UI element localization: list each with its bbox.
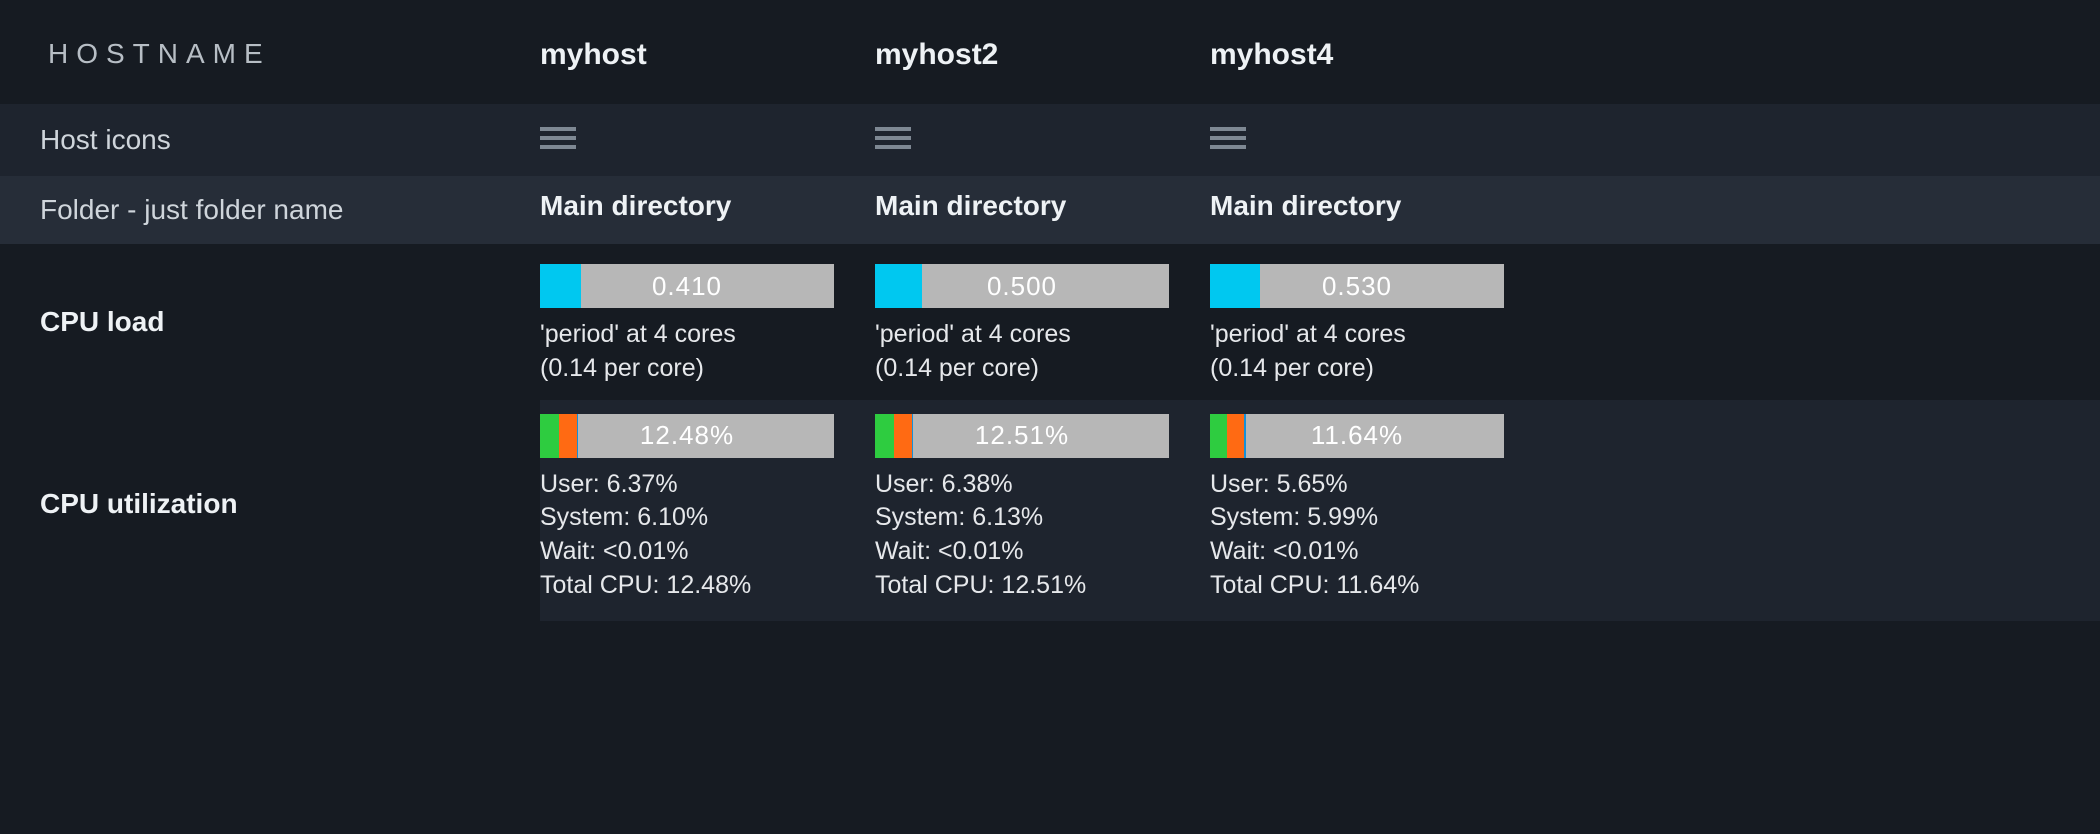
column-header-hostname: HOSTNAME: [0, 0, 540, 104]
cpu-util-total: Total CPU: 12.51%: [875, 569, 1210, 603]
cpu-util-system: System: 6.13%: [875, 501, 1210, 535]
row-label-cpuutil: CPU utilization: [0, 400, 540, 621]
cpu-util-user: User: 6.37%: [540, 468, 875, 502]
cpu-util-total: Total CPU: 12.48%: [540, 569, 875, 603]
cpu-load-value: 0.530: [1210, 264, 1504, 308]
cpu-util-value: 11.64%: [1210, 414, 1504, 458]
row-label-hosticons: Host icons: [0, 104, 540, 176]
cpu-util-wait: Wait: <0.01%: [1210, 535, 1545, 569]
host-name[interactable]: myhost: [540, 0, 875, 104]
cpu-util-value: 12.51%: [875, 414, 1169, 458]
row-label-cpuload: CPU load: [0, 244, 540, 400]
cpu-util-wait: Wait: <0.01%: [875, 535, 1210, 569]
cpu-load-line1: 'period' at 4 cores: [540, 318, 875, 352]
folder-name[interactable]: Main directory: [540, 176, 875, 244]
host-name[interactable]: myhost4: [1210, 0, 1545, 104]
folder-name[interactable]: Main directory: [1210, 176, 1545, 244]
cpu-util-value: 12.48%: [540, 414, 834, 458]
cpu-util-meter[interactable]: 12.51%: [875, 414, 1169, 458]
cpu-util-wait: Wait: <0.01%: [540, 535, 875, 569]
cpu-load-meter[interactable]: 0.410: [540, 264, 834, 308]
cpu-util-system: System: 6.10%: [540, 501, 875, 535]
cpu-load-meter[interactable]: 0.530: [1210, 264, 1504, 308]
cpu-util-total: Total CPU: 11.64%: [1210, 569, 1545, 603]
cpu-util-system: System: 5.99%: [1210, 501, 1545, 535]
host-metrics-table: HOSTNAME myhost myhost2 myhost4 Host ico…: [0, 0, 2100, 621]
host-actions-icon[interactable]: [540, 122, 576, 154]
cpu-util-user: User: 6.38%: [875, 468, 1210, 502]
cpu-load-line2: (0.14 per core): [540, 352, 875, 386]
cpu-load-value: 0.500: [875, 264, 1169, 308]
cpu-util-meter[interactable]: 12.48%: [540, 414, 834, 458]
folder-name[interactable]: Main directory: [875, 176, 1210, 244]
cpu-load-meter[interactable]: 0.500: [875, 264, 1169, 308]
cpu-load-value: 0.410: [540, 264, 834, 308]
cpu-load-line2: (0.14 per core): [1210, 352, 1545, 386]
host-actions-icon[interactable]: [875, 122, 911, 154]
row-label-folder: Folder - just folder name: [0, 176, 540, 244]
cpu-load-line1: 'period' at 4 cores: [1210, 318, 1545, 352]
cpu-load-line1: 'period' at 4 cores: [875, 318, 1210, 352]
cpu-load-line2: (0.14 per core): [875, 352, 1210, 386]
host-name[interactable]: myhost2: [875, 0, 1210, 104]
cpu-util-user: User: 5.65%: [1210, 468, 1545, 502]
cpu-util-meter[interactable]: 11.64%: [1210, 414, 1504, 458]
host-actions-icon[interactable]: [1210, 122, 1246, 154]
